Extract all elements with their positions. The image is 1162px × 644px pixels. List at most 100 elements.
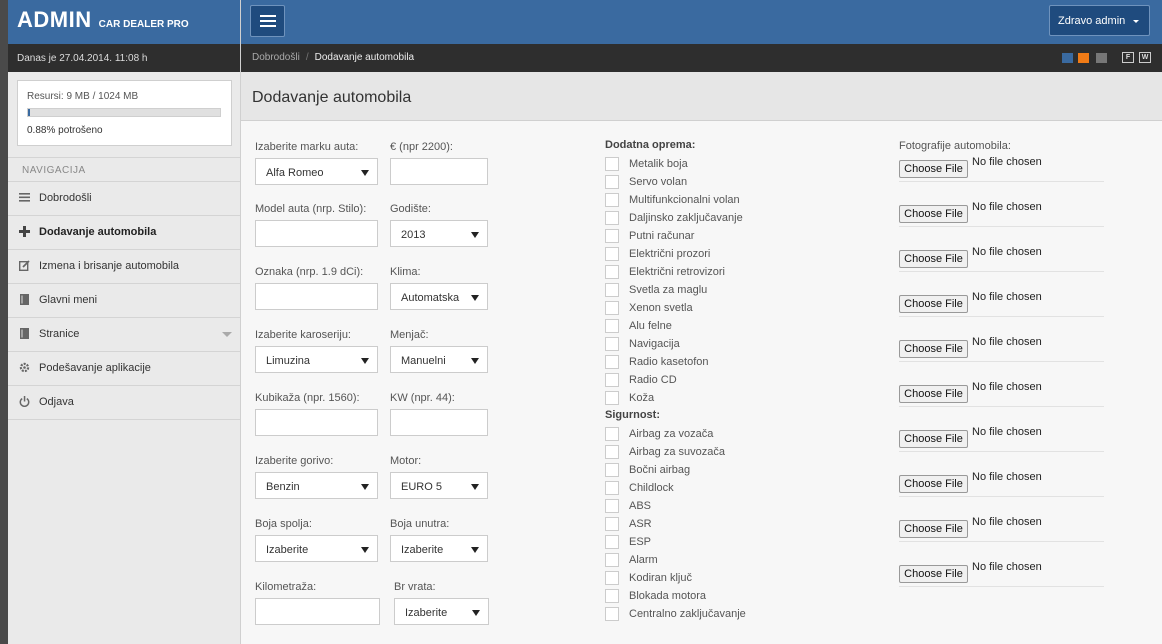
sidebar-item-dodavanje[interactable]: Dodavanje automobila	[8, 216, 240, 250]
checkbox[interactable]	[605, 553, 619, 567]
checkbox-row[interactable]: Radio CD	[605, 373, 805, 389]
choose-file-button[interactable]: Choose File	[899, 250, 968, 268]
form-field: Boja unutra: Izaberite	[390, 518, 488, 562]
breadcrumb-home[interactable]: Dobrodošli	[252, 52, 300, 63]
checkbox[interactable]	[605, 193, 619, 207]
checkbox-label: Blokada motora	[629, 590, 707, 602]
checkbox[interactable]	[605, 535, 619, 549]
checkbox-row[interactable]: Koža	[605, 391, 805, 407]
checkbox-row[interactable]: Servo volan	[605, 175, 805, 191]
oznaka-nrp-1-9-dci-input[interactable]	[255, 283, 378, 310]
form-field: Izaberite gorivo: Benzin	[255, 455, 378, 499]
checkbox[interactable]	[605, 283, 619, 297]
izaberite-gorivo-select[interactable]: Benzin	[255, 472, 378, 499]
checkbox-row[interactable]: Svetla za maglu	[605, 283, 805, 299]
menu-toggle-button[interactable]	[250, 5, 285, 37]
boja-unutra-select[interactable]: Izaberite	[390, 535, 488, 562]
theme-swatch-gray[interactable]	[1096, 53, 1107, 63]
checkbox[interactable]	[605, 463, 619, 477]
checkbox[interactable]	[605, 211, 619, 225]
kilometraza-input[interactable]	[255, 598, 380, 625]
checkbox-row[interactable]: Airbag za vozača	[605, 427, 805, 443]
file-status: No file chosen	[972, 561, 1042, 573]
wide-layout-toggle[interactable]: W	[1139, 52, 1151, 63]
choose-file-button[interactable]: Choose File	[899, 295, 968, 313]
checkbox[interactable]	[605, 571, 619, 585]
checkbox-row[interactable]: Električni retrovizori	[605, 265, 805, 281]
choose-file-button[interactable]: Choose File	[899, 565, 968, 583]
select-value: Benzin	[266, 481, 300, 493]
sidebar-item-podesavanje[interactable]: Podešavanje aplikacije	[8, 352, 240, 386]
checkbox[interactable]	[605, 427, 619, 441]
motor-select[interactable]: EURO 5	[390, 472, 488, 499]
sidebar-item-glavni-meni[interactable]: Glavni meni	[8, 284, 240, 318]
checkbox-row[interactable]: Xenon svetla	[605, 301, 805, 317]
br-vrata-select[interactable]: Izaberite	[394, 598, 489, 625]
kubikaza-npr-1560-input[interactable]	[255, 409, 378, 436]
npr-2200-input[interactable]	[390, 158, 488, 185]
checkbox[interactable]	[605, 445, 619, 459]
checkbox[interactable]	[605, 607, 619, 621]
theme-swatch-blue[interactable]	[1062, 53, 1073, 63]
checkbox-row[interactable]: Kodiran ključ	[605, 571, 805, 587]
fixed-layout-toggle[interactable]: F	[1122, 52, 1134, 63]
checkbox-row[interactable]: ABS	[605, 499, 805, 515]
choose-file-button[interactable]: Choose File	[899, 205, 968, 223]
choose-file-button[interactable]: Choose File	[899, 160, 968, 178]
choose-file-button[interactable]: Choose File	[899, 385, 968, 403]
checkbox-row[interactable]: Putni računar	[605, 229, 805, 245]
sidebar-item-izmena[interactable]: Izmena i brisanje automobila	[8, 250, 240, 284]
sidebar-item-odjava[interactable]: Odjava	[8, 386, 240, 420]
checkbox-row[interactable]: Centralno zaključavanje	[605, 607, 805, 623]
choose-file-button[interactable]: Choose File	[899, 520, 968, 538]
checkbox-row[interactable]: ASR	[605, 517, 805, 533]
user-menu-button[interactable]: Zdravo admin	[1049, 5, 1150, 36]
checkbox[interactable]	[605, 337, 619, 351]
checkbox-row[interactable]: Multifunkcionalni volan	[605, 193, 805, 209]
checkbox-row[interactable]: Childlock	[605, 481, 805, 497]
godiste-select[interactable]: 2013	[390, 220, 488, 247]
checkbox-row[interactable]: Blokada motora	[605, 589, 805, 605]
checkbox[interactable]	[605, 373, 619, 387]
field-label: Klima:	[390, 266, 421, 278]
checkbox-row[interactable]: Metalik boja	[605, 157, 805, 173]
checkbox[interactable]	[605, 157, 619, 171]
sidebar-item-stranice[interactable]: Stranice	[8, 318, 240, 352]
checkbox-row[interactable]: Bočni airbag	[605, 463, 805, 479]
klima-select[interactable]: Automatska	[390, 283, 488, 310]
checkbox[interactable]	[605, 517, 619, 531]
menjac-select[interactable]: Manuelni	[390, 346, 488, 373]
checkbox[interactable]	[605, 589, 619, 603]
boja-spolja-select[interactable]: Izaberite	[255, 535, 378, 562]
checkbox[interactable]	[605, 175, 619, 189]
choose-file-button[interactable]: Choose File	[899, 475, 968, 493]
choose-file-button[interactable]: Choose File	[899, 340, 968, 358]
choose-file-button[interactable]: Choose File	[899, 430, 968, 448]
checkbox[interactable]	[605, 247, 619, 261]
checkbox[interactable]	[605, 319, 619, 333]
checkbox-row[interactable]: ESP	[605, 535, 805, 551]
form-field: € (npr 2200):	[390, 141, 488, 185]
theme-swatch-orange[interactable]	[1078, 53, 1089, 63]
izaberite-karoseriju-select[interactable]: Limuzina	[255, 346, 378, 373]
checkbox-row[interactable]: Navigacija	[605, 337, 805, 353]
checkbox[interactable]	[605, 229, 619, 243]
sidebar-item-dobrodosli[interactable]: Dobrodošli	[8, 182, 240, 216]
file-upload-row: Choose File No file chosen	[899, 246, 1109, 272]
checkbox[interactable]	[605, 265, 619, 279]
checkbox-row[interactable]: Daljinsko zaključavanje	[605, 211, 805, 227]
checkbox[interactable]	[605, 481, 619, 495]
izaberite-marku-auta-select[interactable]: Alfa Romeo	[255, 158, 378, 185]
checkbox[interactable]	[605, 499, 619, 513]
checkbox-row[interactable]: Airbag za suvozača	[605, 445, 805, 461]
checkbox[interactable]	[605, 355, 619, 369]
model-auta-nrp-stilo-input[interactable]	[255, 220, 378, 247]
checkbox[interactable]	[605, 391, 619, 405]
file-status: No file chosen	[972, 201, 1042, 213]
checkbox-row[interactable]: Alarm	[605, 553, 805, 569]
checkbox-row[interactable]: Alu felne	[605, 319, 805, 335]
checkbox-row[interactable]: Radio kasetofon	[605, 355, 805, 371]
checkbox-row[interactable]: Električni prozori	[605, 247, 805, 263]
kw-npr-44-input[interactable]	[390, 409, 488, 436]
checkbox[interactable]	[605, 301, 619, 315]
